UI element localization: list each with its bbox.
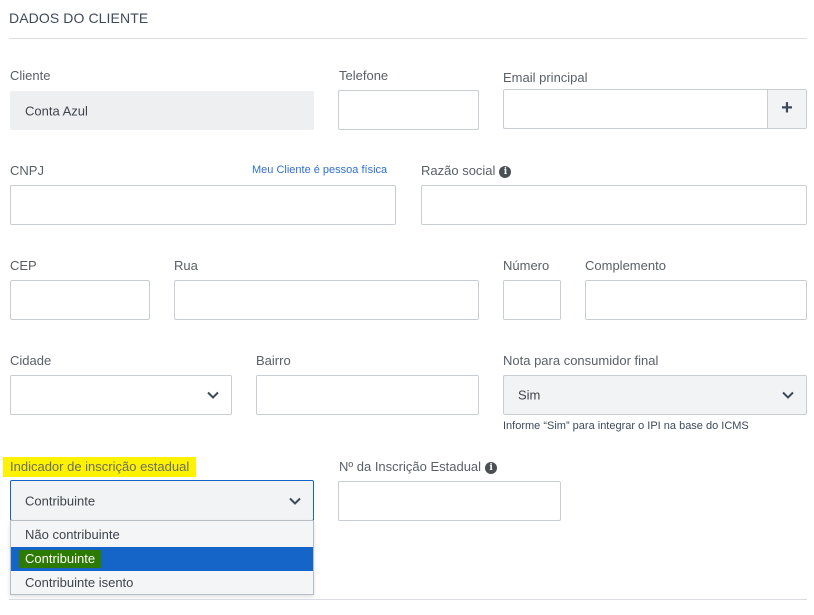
- rua-input[interactable]: [174, 280, 479, 320]
- chevron-down-icon: [207, 391, 219, 399]
- indicador-ie-label: Indicador de inscrição estadual: [3, 457, 197, 477]
- razao-social-label: Razão social i: [421, 163, 512, 178]
- info-icon[interactable]: i: [499, 166, 512, 178]
- numero-input[interactable]: [503, 280, 561, 320]
- consumidor-final-select[interactable]: Sim: [503, 375, 807, 415]
- telefone-label: Telefone: [339, 68, 389, 83]
- cliente-value: Conta Azul: [25, 103, 88, 118]
- cidade-select[interactable]: [10, 375, 232, 415]
- cliente-label: Cliente: [10, 68, 51, 83]
- add-email-button[interactable]: +: [767, 90, 806, 128]
- section-title: DADOS DO CLIENTE: [9, 10, 149, 26]
- indicador-ie-value: Contribuinte: [25, 493, 96, 508]
- cnpj-input[interactable]: [10, 185, 396, 225]
- bottom-divider: [9, 599, 807, 600]
- dropdown-option[interactable]: Não contribuinte: [11, 523, 313, 547]
- bairro-label: Bairro: [256, 353, 291, 368]
- razao-social-input[interactable]: [421, 185, 807, 225]
- chevron-down-icon: [289, 497, 301, 505]
- email-label: Email principal: [503, 70, 588, 85]
- numero-label: Número: [503, 258, 550, 273]
- complemento-label: Complemento: [585, 258, 666, 273]
- email-input[interactable]: +: [503, 89, 807, 129]
- cnpj-label: CNPJ: [10, 163, 44, 178]
- dropdown-option-selected[interactable]: Contribuinte: [11, 547, 313, 571]
- complemento-input[interactable]: [585, 280, 807, 320]
- cep-label: CEP: [10, 258, 37, 273]
- consumidor-final-label: Nota para consumidor final: [503, 353, 659, 368]
- cidade-label: Cidade: [10, 353, 52, 368]
- consumidor-final-value: Sim: [518, 387, 541, 403]
- indicador-ie-select[interactable]: Contribuinte: [10, 480, 314, 521]
- telefone-input[interactable]: [338, 90, 479, 130]
- dropdown-option[interactable]: Contribuinte isento: [11, 571, 313, 595]
- plus-icon: +: [781, 97, 793, 120]
- inscricao-estadual-label: Nº da Inscrição Estadual i: [339, 459, 498, 474]
- indicador-ie-dropdown: Não contribuinte Contribuinte Contribuin…: [10, 520, 314, 595]
- pessoa-fisica-link[interactable]: Meu Cliente é pessoa física: [252, 164, 387, 176]
- consumidor-final-hint: Informe “Sim” para integrar o IPI na bas…: [503, 420, 749, 432]
- rua-label: Rua: [174, 258, 198, 273]
- section-divider: [9, 38, 807, 39]
- info-icon[interactable]: i: [485, 462, 498, 474]
- bairro-input[interactable]: [256, 375, 479, 415]
- inscricao-estadual-input[interactable]: [338, 481, 561, 521]
- chevron-down-icon: [782, 391, 794, 399]
- cliente-field: Conta Azul: [10, 91, 314, 130]
- cep-input[interactable]: [10, 280, 150, 320]
